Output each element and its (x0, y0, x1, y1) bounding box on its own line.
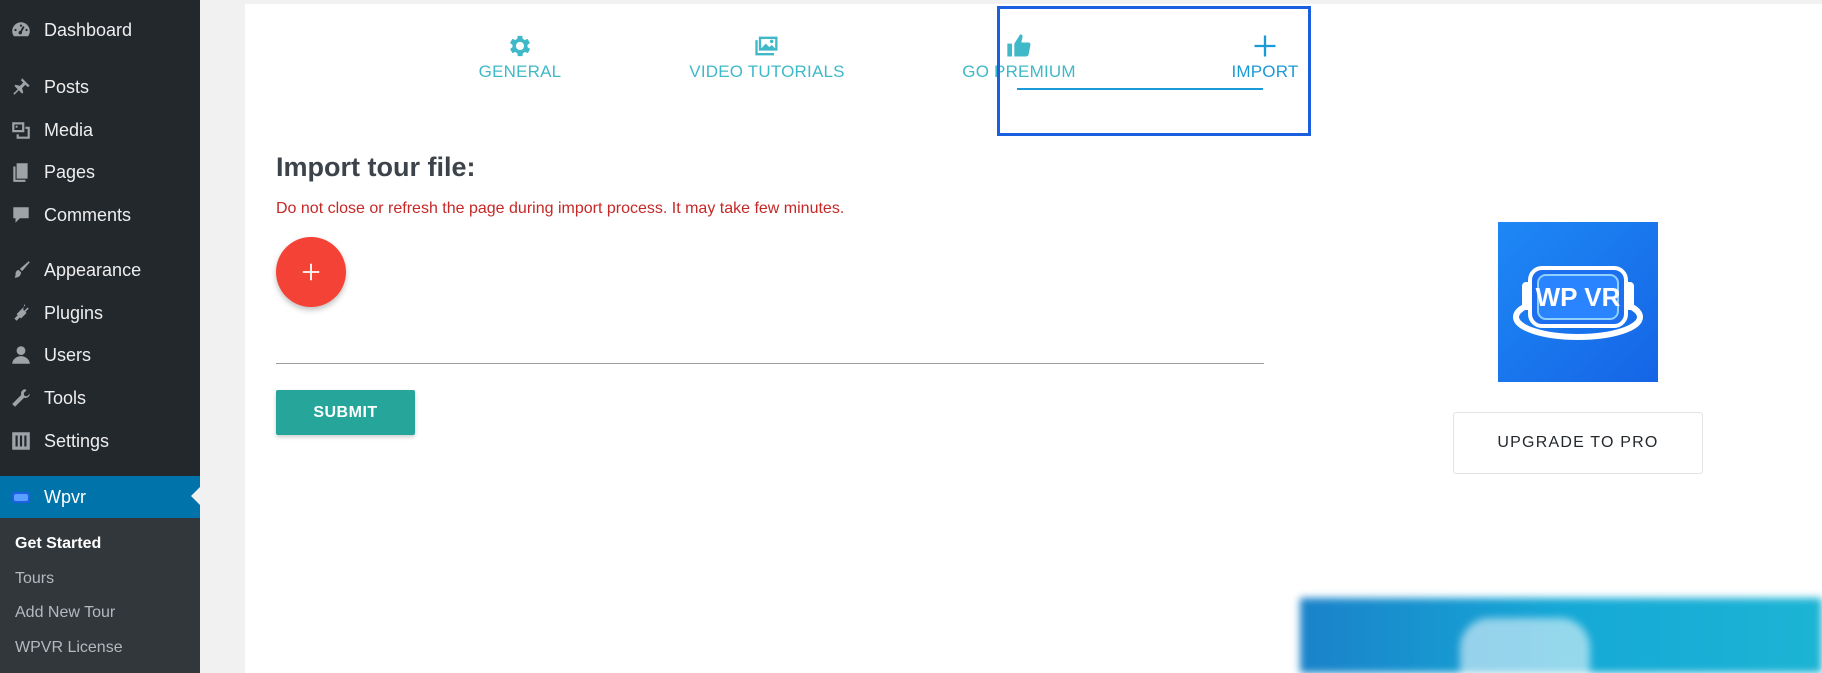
paintbrush-icon (10, 259, 32, 281)
user-icon (10, 344, 32, 366)
sidebar-item-tools[interactable]: Tools (0, 378, 200, 418)
page-title: Import tour file: (276, 152, 476, 182)
sidebar-item-appearance[interactable]: Appearance (0, 250, 200, 290)
submit-button[interactable]: SUBMIT (276, 390, 415, 435)
file-path-field[interactable] (276, 363, 1264, 364)
submenu-item-get-started[interactable]: Get Started (15, 535, 101, 553)
sidebar-item-comments[interactable]: Comments (0, 195, 200, 235)
admin-sidebar: Dashboard Posts Media Pages Comments App… (0, 0, 200, 673)
tab-general[interactable]: GENERAL (395, 32, 645, 82)
sidebar-item-label: Users (44, 344, 92, 365)
sidebar-item-wpvr[interactable]: Wpvr (0, 476, 200, 518)
submenu-item-add-new-tour[interactable]: Add New Tour (15, 604, 115, 622)
tab-focus-outline (997, 6, 1311, 136)
sidebar-item-pages[interactable]: Pages (0, 152, 200, 192)
sidebar-item-label: Tools (44, 387, 87, 408)
sidebar-item-media[interactable]: Media (0, 110, 200, 150)
plus-icon (302, 263, 320, 281)
dashboard-icon (10, 19, 32, 41)
sliders-icon (10, 430, 32, 452)
sidebar-item-label: Plugins (44, 302, 104, 323)
gear-icon (395, 32, 645, 60)
sidebar-item-label: Posts (44, 76, 90, 97)
import-warning: Do not close or refresh the page during … (276, 200, 845, 217)
submenu-item-tours[interactable]: Tours (15, 570, 54, 588)
pages-icon (10, 161, 32, 183)
images-icon (642, 32, 892, 60)
wrench-icon (10, 387, 32, 409)
upgrade-to-pro-button[interactable]: UPGRADE TO PRO (1453, 412, 1703, 474)
sidebar-item-label: Media (44, 119, 94, 140)
sidebar-item-plugins[interactable]: Plugins (0, 293, 200, 333)
tab-video-tutorials[interactable]: VIDEO TUTORIALS (642, 32, 892, 82)
sidebar-item-label: Pages (44, 161, 96, 182)
vr-headset-icon (10, 486, 32, 508)
tab-label: VIDEO TUTORIALS (689, 62, 845, 81)
upgrade-label: UPGRADE TO PRO (1497, 434, 1659, 451)
comment-icon (10, 204, 32, 226)
plugin-icon (10, 302, 32, 324)
active-menu-arrow (191, 487, 200, 505)
main-panel: GENERAL VIDEO TUTORIALS GO PREMIUM IMPOR… (245, 4, 1822, 673)
sidebar-item-posts[interactable]: Posts (0, 67, 200, 107)
media-icon (10, 119, 32, 141)
submenu-item-wpvr-license[interactable]: WPVR License (15, 639, 123, 657)
wpvr-logo: WP VR (1498, 222, 1658, 382)
sidebar-item-label: Dashboard (44, 19, 133, 40)
sidebar-item-label: Comments (44, 204, 132, 225)
sidebar-item-label: Wpvr (44, 486, 86, 507)
sidebar-item-settings[interactable]: Settings (0, 421, 200, 461)
logo-text: WP VR (1536, 282, 1621, 312)
promo-banner (1300, 598, 1822, 673)
sidebar-item-label: Appearance (44, 259, 142, 280)
pin-icon (10, 76, 32, 98)
sidebar-item-users[interactable]: Users (0, 335, 200, 375)
wpvr-submenu: Get Started Tours Add New Tour WPVR Lice… (0, 518, 200, 673)
tab-label: GENERAL (478, 62, 562, 81)
wp-admin-page: Dashboard Posts Media Pages Comments App… (0, 0, 1822, 673)
sidebar-item-dashboard[interactable]: Dashboard (0, 10, 200, 50)
add-file-button[interactable] (276, 237, 346, 307)
sidebar-item-label: Settings (44, 430, 110, 451)
